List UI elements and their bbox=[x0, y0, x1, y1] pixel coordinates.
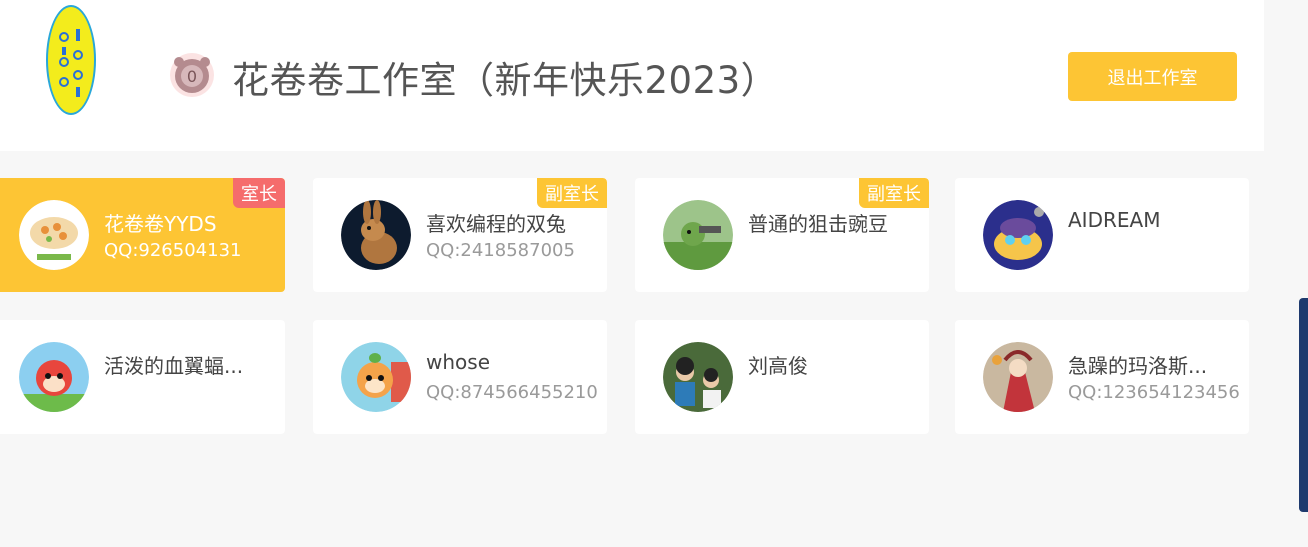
studio-logo bbox=[46, 5, 96, 115]
member-name: 急躁的玛洛斯... bbox=[1068, 354, 1208, 378]
member-card[interactable]: 急躁的玛洛斯... QQ:123654123456 bbox=[955, 320, 1249, 434]
member-avatar bbox=[663, 342, 733, 412]
level-badge: 0 bbox=[169, 52, 215, 98]
member-qq: QQ:874566455210 bbox=[426, 382, 598, 403]
member-card[interactable]: 普通的狙击豌豆 副室长 bbox=[635, 178, 929, 292]
member-card[interactable]: 花卷卷YYDS QQ:926504131 室长 bbox=[0, 178, 285, 292]
exit-studio-button[interactable]: 退出工作室 bbox=[1068, 52, 1237, 101]
member-card[interactable]: AIDREAM bbox=[955, 178, 1249, 292]
member-avatar bbox=[983, 342, 1053, 412]
member-qq: QQ:123654123456 bbox=[1068, 382, 1240, 403]
studio-title: 花卷卷工作室（新年快乐2023） bbox=[232, 59, 779, 102]
member-card[interactable]: 刘高俊 bbox=[635, 320, 929, 434]
level-number: 0 bbox=[187, 67, 197, 86]
member-name: 活泼的血翼蝠... bbox=[104, 354, 244, 378]
studio-header: 0 花卷卷工作室（新年快乐2023） 退出工作室 bbox=[0, 0, 1264, 151]
side-panel-tab[interactable] bbox=[1299, 298, 1308, 512]
member-avatar bbox=[19, 200, 89, 270]
member-avatar bbox=[341, 342, 411, 412]
member-avatar bbox=[663, 200, 733, 270]
member-avatar bbox=[19, 342, 89, 412]
member-qq: QQ:926504131 bbox=[104, 240, 242, 261]
role-badge-vice: 副室长 bbox=[859, 178, 929, 208]
member-name: 刘高俊 bbox=[748, 354, 808, 378]
role-badge-vice: 副室长 bbox=[537, 178, 607, 208]
member-card[interactable]: whose QQ:874566455210 bbox=[313, 320, 607, 434]
member-card[interactable]: 活泼的血翼蝠... bbox=[0, 320, 285, 434]
member-name: 普通的狙击豌豆 bbox=[748, 212, 888, 236]
member-avatar bbox=[983, 200, 1053, 270]
role-badge-owner: 室长 bbox=[233, 178, 285, 208]
member-card[interactable]: 喜欢编程的双兔 QQ:2418587005 副室长 bbox=[313, 178, 607, 292]
member-avatar bbox=[341, 200, 411, 270]
member-name: 花卷卷YYDS bbox=[104, 212, 217, 236]
member-name: whose bbox=[426, 350, 490, 374]
member-qq: QQ:2418587005 bbox=[426, 240, 575, 261]
member-name: 喜欢编程的双兔 bbox=[426, 212, 566, 236]
member-name: AIDREAM bbox=[1068, 208, 1161, 232]
